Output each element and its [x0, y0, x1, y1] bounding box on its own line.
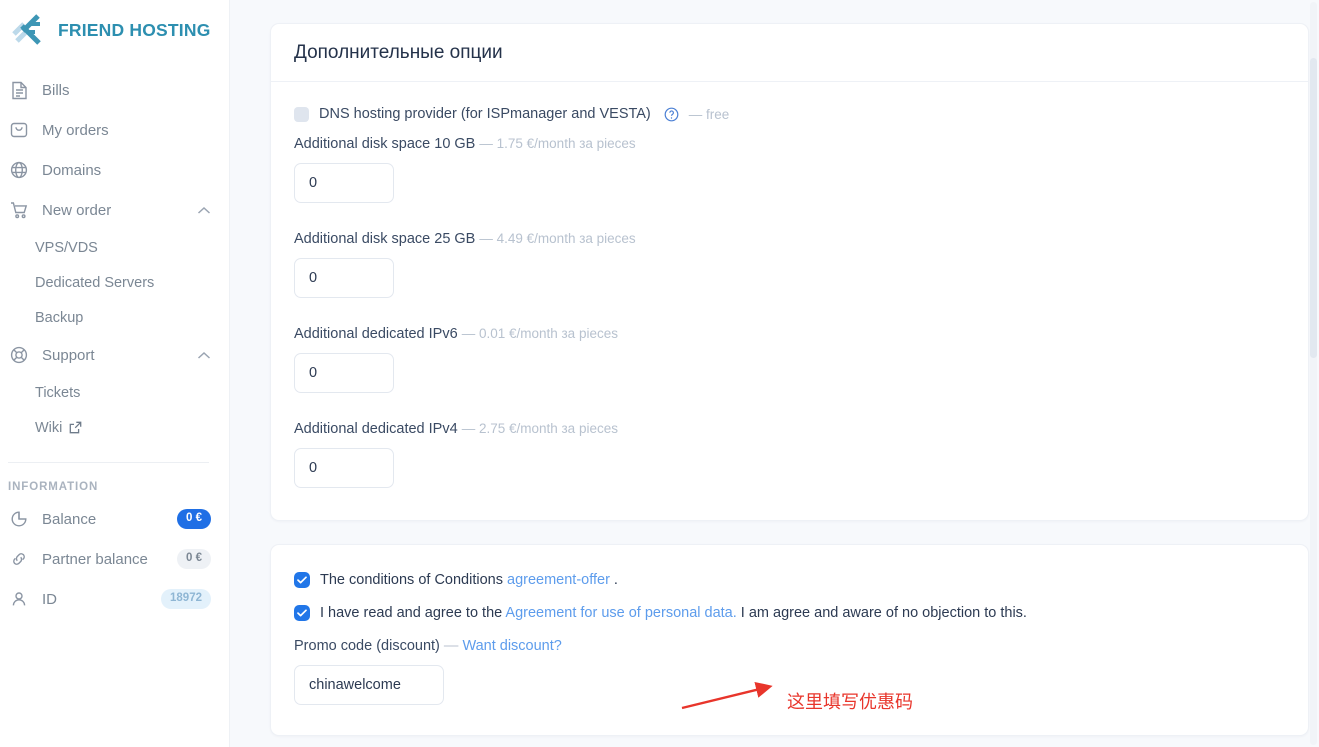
dns-hosting-checkbox[interactable] — [294, 106, 309, 122]
option-row-disk-10gb: Additional disk space 10 GB — 1.75 €/mon… — [294, 136, 1285, 225]
vertical-scrollbar-thumb[interactable] — [1310, 58, 1317, 358]
user-id-badge: 18972 — [161, 589, 211, 609]
sidebar-item-domains[interactable]: Domains — [0, 150, 229, 190]
personal-data-checkbox[interactable] — [294, 605, 310, 622]
link-icon — [8, 548, 30, 570]
card-body: DNS hosting provider (for ISPmanager and… — [271, 82, 1308, 520]
sidebar-item-label: ID — [42, 590, 57, 608]
sidebar-item-label: New order — [42, 201, 112, 219]
personal-data-agreement-row[interactable]: I have read and agree to the Agreement f… — [294, 604, 1285, 622]
sidebar-item-dedicated-servers[interactable]: Dedicated Servers — [0, 265, 229, 300]
sidebar-item-label: My orders — [42, 121, 109, 139]
document-icon — [8, 79, 30, 101]
friend-hosting-logo-icon — [8, 8, 52, 52]
bag-icon — [8, 119, 30, 141]
personal-data-text: I have read and agree to the Agreement f… — [320, 604, 1027, 622]
option-title-line: Additional dedicated IPv6 — 0.01 €/month… — [294, 326, 1285, 342]
promo-code-label: Promo code (discount) — [294, 638, 440, 655]
sidebar-item-my-orders[interactable]: My orders — [0, 110, 229, 150]
app-root: FRIEND HOSTING Bills My orders Domains N… — [0, 0, 1319, 747]
lifebuoy-icon — [8, 344, 30, 366]
sidebar-item-vps-vds[interactable]: VPS/VDS — [0, 230, 229, 265]
option-label: Additional dedicated IPv4 — [294, 421, 458, 437]
question-circle-icon[interactable] — [664, 107, 679, 122]
sidebar-item-label: Bills — [42, 81, 70, 99]
option-row-ipv6: Additional dedicated IPv6 — 0.01 €/month… — [294, 326, 1285, 415]
option-title-line: Additional dedicated IPv4 — 2.75 €/month… — [294, 421, 1285, 437]
external-link-icon — [69, 421, 82, 434]
quantity-input-ipv4[interactable] — [294, 448, 394, 488]
sidebar-subitem-label: Wiki — [35, 419, 63, 436]
sidebar-item-label: Partner balance — [42, 550, 148, 568]
dns-hosting-price: — free — [688, 106, 730, 122]
option-label: Additional dedicated IPv6 — [294, 326, 458, 342]
agreement-offer-link[interactable]: agreement-offer — [507, 572, 610, 588]
sidebar-item-tickets[interactable]: Tickets — [0, 375, 229, 410]
user-icon — [8, 588, 30, 610]
balance-badge: 0 € — [177, 509, 211, 529]
card-header: Дополнительные опции — [271, 24, 1308, 82]
additional-options-card: Дополнительные опции DNS hosting provide… — [270, 23, 1309, 521]
option-row-disk-25gb: Additional disk space 25 GB — 4.49 €/mon… — [294, 231, 1285, 320]
promo-code-label-line: Promo code (discount) — Want discount? — [294, 638, 1285, 654]
option-price: — 0.01 €/month за pieces — [461, 326, 618, 341]
sidebar-subitem-label: VPS/VDS — [35, 239, 98, 256]
sidebar-subitem-label: Tickets — [35, 384, 81, 401]
sidebar-item-label: Domains — [42, 161, 102, 179]
terms-suffix: . — [609, 572, 618, 588]
annotation-text: 这里填写优惠码 — [787, 692, 913, 713]
terms-checkbox[interactable] — [294, 572, 310, 588]
terms-prefix: The conditions of Conditions — [320, 572, 507, 588]
promo-dash: — — [439, 638, 463, 655]
sidebar-subitem-label: Backup — [35, 309, 84, 326]
brand-name: FRIEND HOSTING — [58, 19, 211, 40]
sidebar-item-bills[interactable]: Bills — [0, 70, 229, 110]
sidebar-item-backup[interactable]: Backup — [0, 300, 229, 335]
personal-data-suffix: I am agree and aware of no objection to … — [736, 605, 1027, 622]
sidebar-item-partner-balance[interactable]: Partner balance 0 € — [0, 539, 229, 579]
option-price: — 2.75 €/month за pieces — [461, 421, 618, 436]
main-content: Дополнительные опции DNS hosting provide… — [230, 0, 1319, 747]
option-price: — 1.75 €/month за pieces — [479, 136, 636, 151]
chevron-up-icon[interactable] — [197, 351, 211, 360]
sidebar-item-label: Balance — [42, 510, 97, 528]
chevron-up-icon[interactable] — [197, 206, 211, 215]
terms-text: The conditions of Conditions agreement-o… — [320, 571, 618, 589]
sidebar-subitem-label: Dedicated Servers — [35, 274, 155, 291]
dns-hosting-option-row[interactable]: DNS hosting provider (for ISPmanager and… — [294, 104, 1285, 136]
partner-balance-badge: 0 € — [177, 549, 211, 569]
sidebar-item-new-order[interactable]: New order — [0, 190, 229, 230]
terms-agreement-row[interactable]: The conditions of Conditions agreement-o… — [294, 571, 1285, 589]
globe-icon — [8, 159, 30, 181]
dns-hosting-label: DNS hosting provider (for ISPmanager and… — [319, 106, 651, 122]
personal-data-prefix: I have read and agree to the — [320, 605, 506, 622]
sidebar-item-label: Support — [42, 346, 95, 364]
sidebar-item-id[interactable]: ID 18972 — [0, 579, 229, 619]
pie-chart-icon — [8, 508, 30, 530]
want-discount-link[interactable]: Want discount? — [462, 638, 561, 654]
personal-data-agreement-link[interactable]: Agreement for use of personal data. — [505, 605, 736, 621]
sidebar-section-title: INFORMATION — [8, 481, 99, 493]
option-title-line: Additional disk space 10 GB — 1.75 €/mon… — [294, 136, 1285, 152]
option-label: Additional disk space 10 GB — [294, 136, 476, 152]
brand-logo[interactable]: FRIEND HOSTING — [0, 0, 229, 60]
quantity-input-disk-10gb[interactable] — [294, 163, 394, 203]
sidebar: FRIEND HOSTING Bills My orders Domains N… — [0, 0, 230, 747]
option-price: — 4.49 €/month за pieces — [479, 231, 636, 246]
promo-code-input[interactable] — [294, 665, 444, 706]
sidebar-item-support[interactable]: Support — [0, 335, 229, 375]
option-row-ipv4: Additional dedicated IPv4 — 2.75 €/month… — [294, 421, 1285, 488]
option-title-line: Additional disk space 25 GB — 4.49 €/mon… — [294, 231, 1285, 247]
sidebar-nav: Bills My orders Domains New order VPS/VD… — [0, 70, 229, 445]
sidebar-item-wiki[interactable]: Wiki — [0, 410, 229, 445]
option-label: Additional disk space 25 GB — [294, 231, 476, 247]
cart-icon — [8, 199, 30, 221]
page-title: Дополнительные опции — [294, 42, 503, 63]
sidebar-item-balance[interactable]: Balance 0 € — [0, 499, 229, 539]
quantity-input-disk-25gb[interactable] — [294, 258, 394, 298]
quantity-input-ipv6[interactable] — [294, 353, 394, 393]
